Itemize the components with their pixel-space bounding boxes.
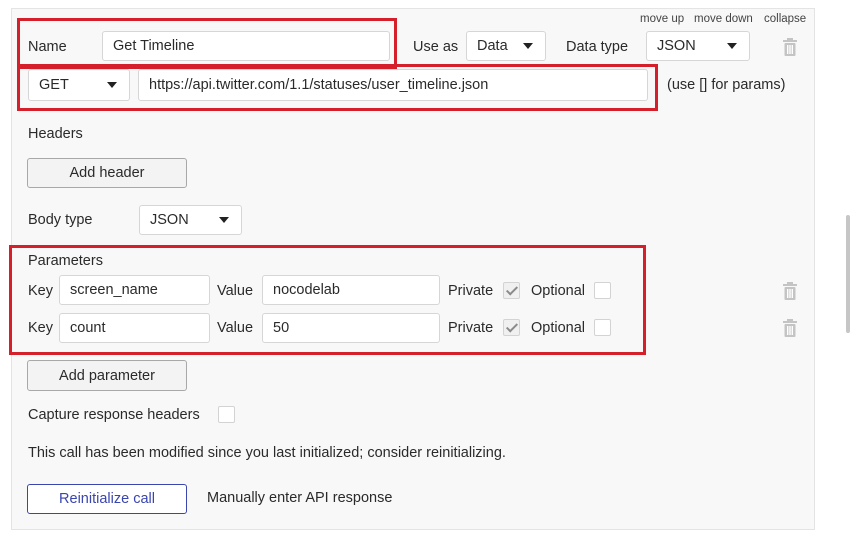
param-key-value: screen_name — [70, 282, 158, 298]
data-type-value: JSON — [657, 38, 696, 54]
trash-icon[interactable] — [782, 319, 798, 337]
url-hint: (use [] for params) — [667, 77, 786, 93]
chevron-down-icon — [523, 43, 533, 49]
headers-label: Headers — [28, 126, 83, 142]
body-type-dropdown[interactable]: JSON — [139, 205, 242, 235]
use-as-label: Use as — [413, 39, 459, 55]
param-value-input[interactable]: 50 — [262, 313, 440, 343]
private-label: Private — [448, 320, 494, 336]
chevron-down-icon — [107, 82, 117, 88]
trash-icon[interactable] — [782, 38, 798, 56]
optional-label: Optional — [531, 320, 586, 336]
reinitialize-call-button[interactable]: Reinitialize call — [27, 484, 187, 514]
use-as-dropdown[interactable]: Data — [466, 31, 546, 61]
param-key-value: count — [70, 320, 106, 336]
parameters-label: Parameters — [28, 253, 103, 269]
param-value-input[interactable]: nocodelab — [262, 275, 440, 305]
collapse-link[interactable]: collapse — [764, 13, 806, 26]
add-header-button[interactable]: Add header — [27, 158, 187, 188]
param-value-label: Value — [217, 320, 254, 336]
capture-headers-checkbox[interactable] — [218, 406, 235, 423]
scrollbar[interactable] — [846, 215, 850, 333]
use-as-value: Data — [477, 38, 508, 54]
manual-response-link[interactable]: Manually enter API response — [207, 491, 392, 506]
param-key-input[interactable]: count — [59, 313, 210, 343]
method-dropdown[interactable]: GET — [28, 69, 130, 101]
capture-headers-label: Capture response headers — [28, 407, 200, 423]
name-input[interactable]: Get Timeline — [102, 31, 390, 61]
param-value-value: 50 — [273, 320, 290, 336]
body-type-label: Body type — [28, 212, 93, 228]
add-parameter-button[interactable]: Add parameter — [27, 360, 187, 391]
body-type-value: JSON — [150, 212, 189, 228]
data-type-label: Data type — [566, 39, 629, 55]
chevron-down-icon — [727, 43, 737, 49]
param-key-input[interactable]: screen_name — [59, 275, 210, 305]
param-key-label: Key — [28, 320, 53, 336]
private-checkbox[interactable] — [503, 282, 520, 299]
private-checkbox[interactable] — [503, 319, 520, 336]
move-down-link[interactable]: move down — [694, 13, 753, 26]
param-key-label: Key — [28, 283, 53, 299]
optional-checkbox[interactable] — [594, 282, 611, 299]
param-value-label: Value — [217, 283, 254, 299]
chevron-down-icon — [219, 217, 229, 223]
name-input-value: Get Timeline — [113, 38, 195, 54]
name-label: Name — [28, 39, 67, 55]
move-up-link[interactable]: move up — [640, 13, 684, 26]
method-value: GET — [39, 77, 69, 93]
private-label: Private — [448, 283, 494, 299]
optional-label: Optional — [531, 283, 586, 299]
trash-icon[interactable] — [782, 282, 798, 300]
modified-notice: This call has been modified since you la… — [28, 445, 506, 461]
data-type-dropdown[interactable]: JSON — [646, 31, 750, 61]
param-value-value: nocodelab — [273, 282, 340, 298]
url-input-value: https://api.twitter.com/1.1/statuses/use… — [149, 77, 489, 93]
url-input[interactable]: https://api.twitter.com/1.1/statuses/use… — [138, 69, 648, 101]
optional-checkbox[interactable] — [594, 319, 611, 336]
